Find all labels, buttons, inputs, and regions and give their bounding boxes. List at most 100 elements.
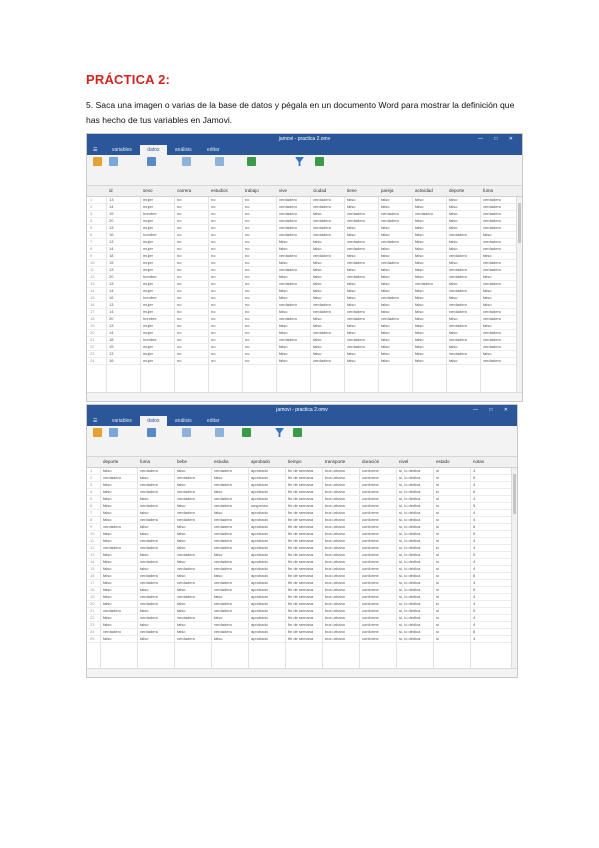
table-cell[interactable]: falso xyxy=(449,197,457,203)
table-cell[interactable]: aprobado xyxy=(251,552,268,558)
table-cell[interactable]: sí, lo dedica xyxy=(399,580,420,586)
table-cell[interactable]: verdadero xyxy=(214,587,232,593)
table-cell[interactable]: hombre xyxy=(143,211,157,217)
column-header[interactable]: ciudad xyxy=(313,188,326,193)
table-cell[interactable]: suspenso xyxy=(251,503,268,509)
column-header[interactable]: estudios xyxy=(211,188,228,193)
table-cell[interactable]: falso xyxy=(313,260,321,266)
table-cell[interactable]: falso xyxy=(415,337,423,343)
table-cell[interactable]: falso xyxy=(103,636,111,642)
table-cell[interactable]: verdadero xyxy=(279,281,297,287)
table-cell[interactable]: conforme xyxy=(362,552,379,558)
table-cell[interactable]: no xyxy=(245,246,249,252)
table-cell[interactable]: falso xyxy=(103,503,111,509)
setup-button[interactable] xyxy=(147,157,156,167)
column-header[interactable]: transporte xyxy=(325,459,345,464)
table-cell[interactable]: bus urbano xyxy=(325,636,345,642)
add-row-button[interactable] xyxy=(315,157,324,167)
table-cell[interactable]: verdadero xyxy=(483,197,501,203)
table-cell[interactable]: no xyxy=(245,253,249,259)
table-cell[interactable]: no xyxy=(211,309,215,315)
table-cell[interactable]: falso xyxy=(103,559,111,565)
table-cell[interactable]: sí, lo dedica xyxy=(399,510,420,516)
table-row[interactable]: 14 falso verdadero falso verdadero aprobado fi… xyxy=(87,559,517,566)
table-cell[interactable]: no xyxy=(211,288,215,294)
menu-tab-active[interactable]: datos xyxy=(140,416,167,426)
table-cell[interactable]: falso xyxy=(347,302,355,308)
table-cell[interactable]: verdadero xyxy=(279,267,297,273)
column-header[interactable]: estudia xyxy=(214,459,229,464)
table-cell[interactable]: 13 xyxy=(109,197,113,203)
table-cell[interactable]: 13 xyxy=(109,239,113,245)
table-cell[interactable]: 4 xyxy=(473,538,475,544)
table-cell[interactable]: no xyxy=(211,302,215,308)
table-row[interactable]: 2 verdadero falso verdadero falso aprobado fin… xyxy=(87,475,517,482)
table-cell[interactable]: verdadero xyxy=(347,211,365,217)
table-cell[interactable]: falso xyxy=(449,281,457,287)
table-cell[interactable]: verdadero xyxy=(449,309,467,315)
vertical-scrollbar[interactable] xyxy=(511,468,517,668)
table-cell[interactable]: sí xyxy=(436,580,439,586)
table-row[interactable]: 2 14 mujer no no no verdadero verdadero falso fal… xyxy=(87,204,522,211)
table-cell[interactable]: mujer xyxy=(143,344,153,350)
table-cell[interactable]: falso xyxy=(483,288,491,294)
table-cell[interactable]: verdadero xyxy=(313,302,331,308)
table-cell[interactable]: aprobado xyxy=(251,559,268,565)
table-cell[interactable]: 13 xyxy=(109,351,113,357)
table-cell[interactable]: 4 xyxy=(473,517,475,523)
table-cell[interactable]: conforme xyxy=(362,538,379,544)
table-cell[interactable]: verdadero xyxy=(140,468,158,474)
table-cell[interactable]: no xyxy=(211,260,215,266)
table-cell[interactable]: 20 xyxy=(109,316,113,322)
table-cell[interactable]: aprobado xyxy=(251,629,268,635)
table-row[interactable]: 6 16 hombre no no no verdadero verdadero falso fa… xyxy=(87,232,522,239)
table-row[interactable]: 18 falso falso falso verdadero aprobado fin de… xyxy=(87,587,517,594)
table-cell[interactable]: conforme xyxy=(362,510,379,516)
table-cell[interactable]: bus urbano xyxy=(325,629,345,635)
table-cell[interactable]: 4 xyxy=(473,510,475,516)
table-cell[interactable]: 4 xyxy=(473,496,475,502)
table-cell[interactable]: verdadero xyxy=(483,239,501,245)
table-cell[interactable]: falso xyxy=(449,211,457,217)
table-cell[interactable]: falso xyxy=(279,351,287,357)
table-cell[interactable]: falso xyxy=(103,594,111,600)
table-cell[interactable]: verdadero xyxy=(279,232,297,238)
table-cell[interactable]: verdadero xyxy=(214,531,232,537)
table-cell[interactable]: verdadero xyxy=(214,601,232,607)
table-cell[interactable]: falso xyxy=(347,323,355,329)
table-cell[interactable]: falso xyxy=(279,260,287,266)
table-row[interactable]: 20 14 mujer no no no falso verdadero falso falso f… xyxy=(87,330,522,337)
table-cell[interactable]: falso xyxy=(415,267,423,273)
table-cell[interactable]: mujer xyxy=(143,351,153,357)
table-row[interactable]: 1 13 mujer no no no verdadero verdadero falso fal… xyxy=(87,197,522,204)
table-cell[interactable]: 15 xyxy=(109,211,113,217)
table-cell[interactable]: falso xyxy=(415,351,423,357)
table-cell[interactable]: verdadero xyxy=(313,225,331,231)
table-cell[interactable]: no xyxy=(177,239,181,245)
table-cell[interactable]: verdadero xyxy=(381,316,399,322)
table-cell[interactable]: falso xyxy=(313,274,321,280)
table-cell[interactable]: falso xyxy=(415,260,423,266)
table-cell[interactable]: falso xyxy=(415,274,423,280)
table-cell[interactable]: no xyxy=(245,225,249,231)
table-cell[interactable]: falso xyxy=(214,552,222,558)
table-cell[interactable]: falso xyxy=(214,510,222,516)
table-cell[interactable]: verdadero xyxy=(483,204,501,210)
table-cell[interactable]: fin de semana xyxy=(288,524,313,530)
table-cell[interactable]: no xyxy=(177,197,181,203)
table-cell[interactable]: falso xyxy=(415,253,423,259)
table-cell[interactable]: no xyxy=(211,358,215,364)
table-cell[interactable]: aprobado xyxy=(251,496,268,502)
table-cell[interactable]: falso xyxy=(177,538,185,544)
table-cell[interactable]: bus urbano xyxy=(325,573,345,579)
table-cell[interactable]: sí xyxy=(436,622,439,628)
column-header[interactable]: tiempo xyxy=(288,459,302,464)
table-cell[interactable]: verdadero xyxy=(313,197,331,203)
table-cell[interactable]: verdadero xyxy=(449,302,467,308)
table-cell[interactable]: verdadero xyxy=(214,496,232,502)
table-cell[interactable]: verdadero xyxy=(279,197,297,203)
table-cell[interactable]: bus urbano xyxy=(325,601,345,607)
table-cell[interactable]: no xyxy=(245,267,249,273)
table-cell[interactable]: 4 xyxy=(473,566,475,572)
table-cell[interactable]: verdadero xyxy=(214,622,232,628)
